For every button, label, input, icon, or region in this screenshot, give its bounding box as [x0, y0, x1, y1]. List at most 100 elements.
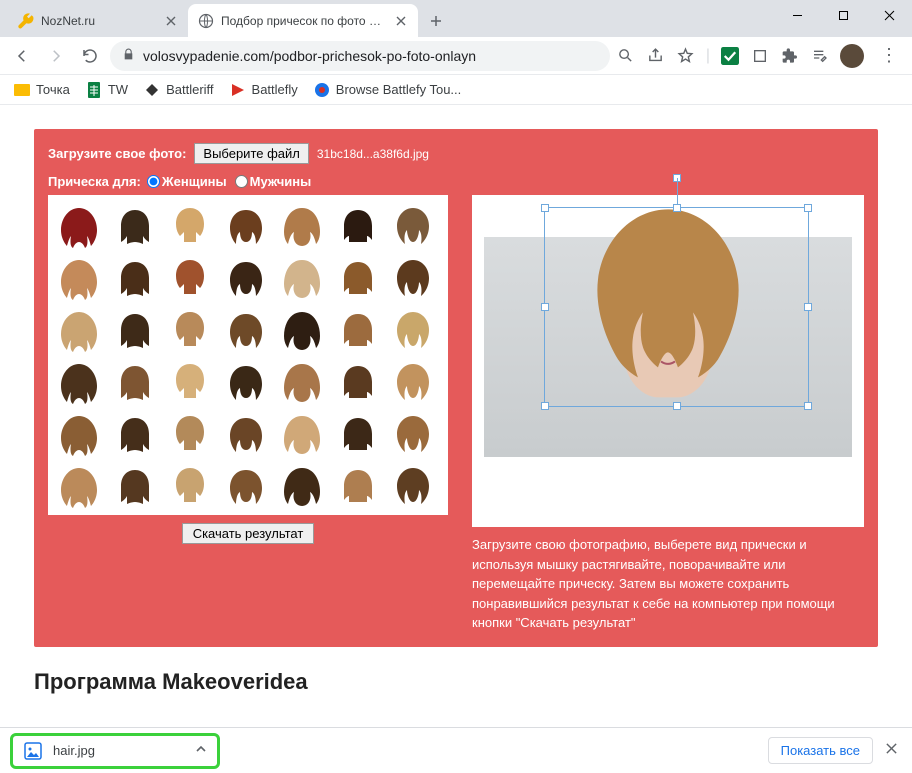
- reading-list-icon[interactable]: [810, 46, 830, 66]
- resize-handle[interactable]: [804, 402, 812, 410]
- globe-icon: [198, 13, 214, 29]
- browser-tab[interactable]: NozNet.ru: [8, 4, 188, 37]
- download-filename: hair.jpg: [53, 743, 185, 758]
- hairstyle-thumb[interactable]: [388, 409, 438, 459]
- resize-handle[interactable]: [541, 204, 549, 212]
- download-result-button[interactable]: Скачать результат: [182, 523, 315, 544]
- show-all-downloads-button[interactable]: Показать все: [768, 737, 873, 764]
- resize-handle[interactable]: [541, 402, 549, 410]
- tab-title: Подбор причесок по фото онла: [221, 14, 387, 28]
- hairstyle-thumb[interactable]: [333, 461, 383, 511]
- browser-tab-active[interactable]: Подбор причесок по фото онла: [188, 4, 418, 37]
- back-button[interactable]: [8, 42, 36, 70]
- window-close-button[interactable]: [866, 0, 912, 30]
- share-icon[interactable]: [646, 46, 666, 66]
- hairstyle-thumb[interactable]: [388, 201, 438, 251]
- wrench-icon: [18, 13, 34, 29]
- close-icon[interactable]: [164, 14, 178, 28]
- address-bar[interactable]: volosvypadenie.com/podbor-prichesok-po-f…: [110, 41, 610, 71]
- hairstyle-thumb[interactable]: [110, 357, 160, 407]
- hairstyle-thumb[interactable]: [165, 253, 215, 303]
- page-viewport[interactable]: Загрузите свое фото: Выберите файл 31bc1…: [0, 105, 912, 727]
- hairstyle-thumb[interactable]: [221, 201, 271, 251]
- resize-handle[interactable]: [673, 402, 681, 410]
- hairstyle-thumb[interactable]: [333, 305, 383, 355]
- hairstyle-thumb[interactable]: [110, 461, 160, 511]
- hairstyle-thumb[interactable]: [221, 357, 271, 407]
- chevron-up-icon[interactable]: [195, 742, 207, 760]
- gender-female-option[interactable]: Женщины: [147, 174, 227, 189]
- hairstyle-thumb[interactable]: [165, 409, 215, 459]
- bookmark-item[interactable]: Battlefly: [224, 78, 304, 102]
- radio-female[interactable]: [147, 175, 160, 188]
- hairstyle-thumb[interactable]: [277, 461, 327, 511]
- hairstyle-thumb[interactable]: [221, 253, 271, 303]
- hairstyle-thumb[interactable]: [165, 201, 215, 251]
- bookmark-item[interactable]: TW: [80, 78, 134, 102]
- hairstyle-thumb[interactable]: [165, 305, 215, 355]
- close-icon[interactable]: [881, 738, 902, 764]
- hairstyle-palette[interactable]: [48, 195, 448, 515]
- resize-handle[interactable]: [673, 204, 681, 212]
- hairstyle-thumb[interactable]: [388, 305, 438, 355]
- search-icon[interactable]: [616, 46, 636, 66]
- close-icon[interactable]: [394, 14, 408, 28]
- minimize-button[interactable]: [774, 0, 820, 30]
- hairstyle-thumb[interactable]: [277, 305, 327, 355]
- hairstyle-thumb[interactable]: [110, 201, 160, 251]
- bookmark-item[interactable]: Browse Battlefy Tou...: [308, 78, 468, 102]
- hairstyle-thumb[interactable]: [277, 201, 327, 251]
- hairstyle-thumb[interactable]: [277, 409, 327, 459]
- hairstyle-thumb[interactable]: [333, 357, 383, 407]
- hairstyle-thumb[interactable]: [333, 201, 383, 251]
- transform-box[interactable]: [544, 207, 809, 407]
- extension-icon[interactable]: [750, 46, 770, 66]
- hairstyle-thumb[interactable]: [277, 253, 327, 303]
- hairstyle-thumb[interactable]: [110, 409, 160, 459]
- lock-icon: [122, 48, 135, 64]
- hairstyle-thumb[interactable]: [221, 461, 271, 511]
- resize-handle[interactable]: [804, 204, 812, 212]
- choose-file-button[interactable]: Выберите файл: [194, 143, 308, 164]
- new-tab-button[interactable]: [422, 7, 450, 35]
- bookmark-item[interactable]: Точка: [8, 78, 76, 102]
- resize-handle[interactable]: [804, 303, 812, 311]
- star-icon[interactable]: [676, 46, 696, 66]
- forward-button[interactable]: [42, 42, 70, 70]
- hairstyle-thumb[interactable]: [333, 409, 383, 459]
- hairstyle-thumb[interactable]: [54, 201, 104, 251]
- hairstyle-thumb[interactable]: [388, 357, 438, 407]
- extensions-puzzle-icon[interactable]: [780, 46, 800, 66]
- hairstyle-thumb[interactable]: [54, 357, 104, 407]
- resize-handle[interactable]: [541, 303, 549, 311]
- hairstyle-thumb[interactable]: [221, 305, 271, 355]
- maximize-button[interactable]: [820, 0, 866, 30]
- hairstyle-thumb[interactable]: [388, 253, 438, 303]
- hairstyle-thumb[interactable]: [54, 409, 104, 459]
- kebab-menu-icon[interactable]: ⋮: [874, 45, 904, 66]
- profile-avatar[interactable]: [840, 44, 864, 68]
- hairstyle-thumb[interactable]: [54, 305, 104, 355]
- hairstyle-thumb[interactable]: [388, 461, 438, 511]
- hairstyle-thumb[interactable]: [333, 253, 383, 303]
- hairstyle-thumb[interactable]: [221, 409, 271, 459]
- checkmark-extension-icon[interactable]: [720, 46, 740, 66]
- bookmarks-bar: Точка TW Battleriff Battlefly Browse Bat…: [0, 75, 912, 105]
- uploaded-photo: [484, 237, 852, 457]
- preview-canvas[interactable]: [472, 195, 864, 527]
- window-controls: [774, 0, 912, 30]
- radio-male[interactable]: [235, 175, 248, 188]
- image-file-icon: [23, 741, 43, 761]
- hairstyle-thumb[interactable]: [54, 461, 104, 511]
- hairstyle-thumb[interactable]: [110, 253, 160, 303]
- gender-male-option[interactable]: Мужчины: [235, 174, 312, 189]
- hairstyle-thumb[interactable]: [277, 357, 327, 407]
- reload-button[interactable]: [76, 42, 104, 70]
- hairstyle-thumb[interactable]: [110, 305, 160, 355]
- download-item[interactable]: hair.jpg: [10, 733, 220, 769]
- hairstyle-thumb[interactable]: [165, 357, 215, 407]
- hairstyle-widget: Загрузите свое фото: Выберите файл 31bc1…: [34, 129, 878, 647]
- hairstyle-thumb[interactable]: [165, 461, 215, 511]
- hairstyle-thumb[interactable]: [54, 253, 104, 303]
- bookmark-item[interactable]: Battleriff: [138, 78, 219, 102]
